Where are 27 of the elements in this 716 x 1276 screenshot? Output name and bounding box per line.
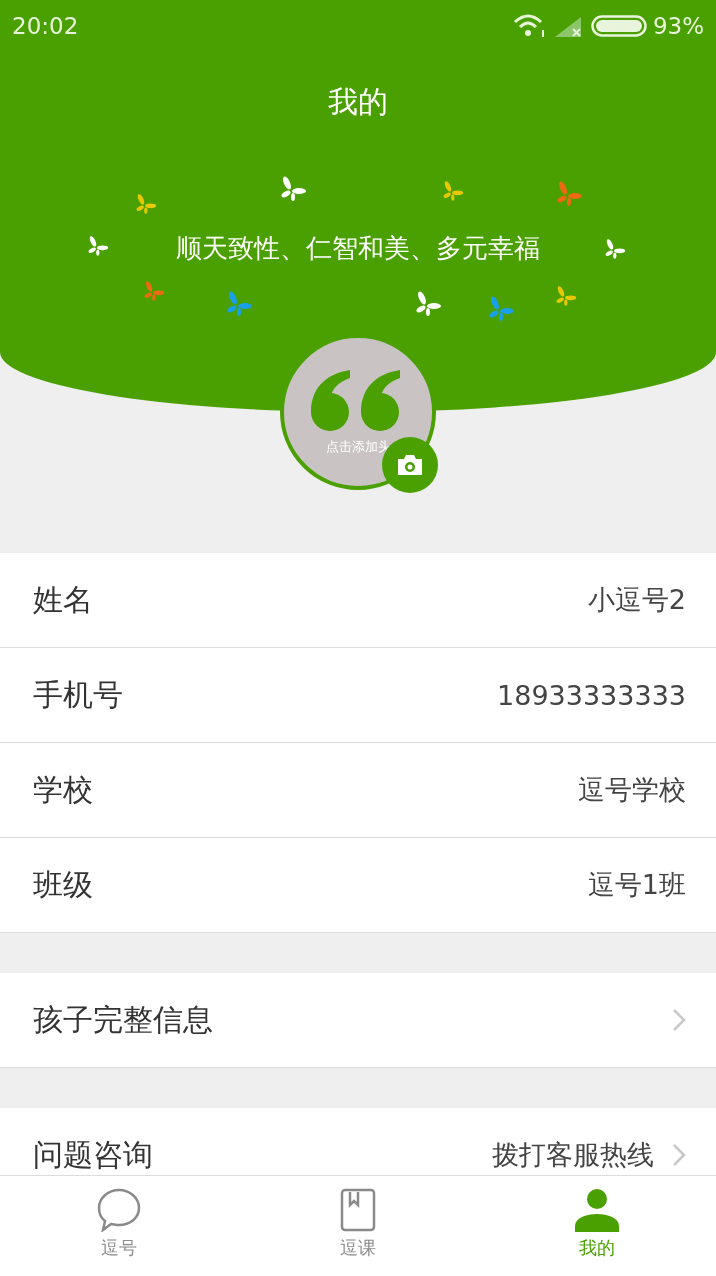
battery-icon	[590, 14, 647, 38]
row-label: 班级	[33, 865, 94, 904]
row-label: 姓名	[33, 580, 94, 619]
nav-tab[interactable]: 我的	[477, 1176, 716, 1276]
row-value: 18933333333	[497, 679, 686, 711]
battery-percent: 93%	[652, 13, 704, 39]
page-title: 我的	[328, 83, 388, 121]
row-value: 小逗号2	[587, 583, 686, 617]
row-value: 逗号1班	[587, 868, 686, 902]
person-icon	[573, 1188, 620, 1232]
chevron-icon	[672, 1143, 686, 1167]
wifi-icon	[512, 13, 547, 39]
book-icon	[340, 1188, 376, 1232]
slogan: 顺天致性、仁智和美、多元幸福	[176, 232, 540, 265]
chat-bubble-icon	[97, 1188, 142, 1232]
camera-icon	[396, 454, 424, 476]
menu-row[interactable]: 孩子完整信息	[0, 973, 716, 1068]
chevron-icon	[672, 1008, 686, 1032]
status-time: 20:02	[12, 13, 79, 39]
row-value: 拨打客服热线	[492, 1138, 654, 1172]
nav-tab[interactable]: 逗号	[0, 1176, 239, 1276]
row-label: 手机号	[33, 675, 124, 714]
nav-tab[interactable]: 逗课	[238, 1176, 478, 1276]
row-label: 问题咨询	[33, 1135, 154, 1174]
row-label: 孩子完整信息	[33, 1000, 214, 1039]
row-value: 逗号学校	[578, 773, 686, 807]
row-label: 学校	[33, 770, 94, 809]
